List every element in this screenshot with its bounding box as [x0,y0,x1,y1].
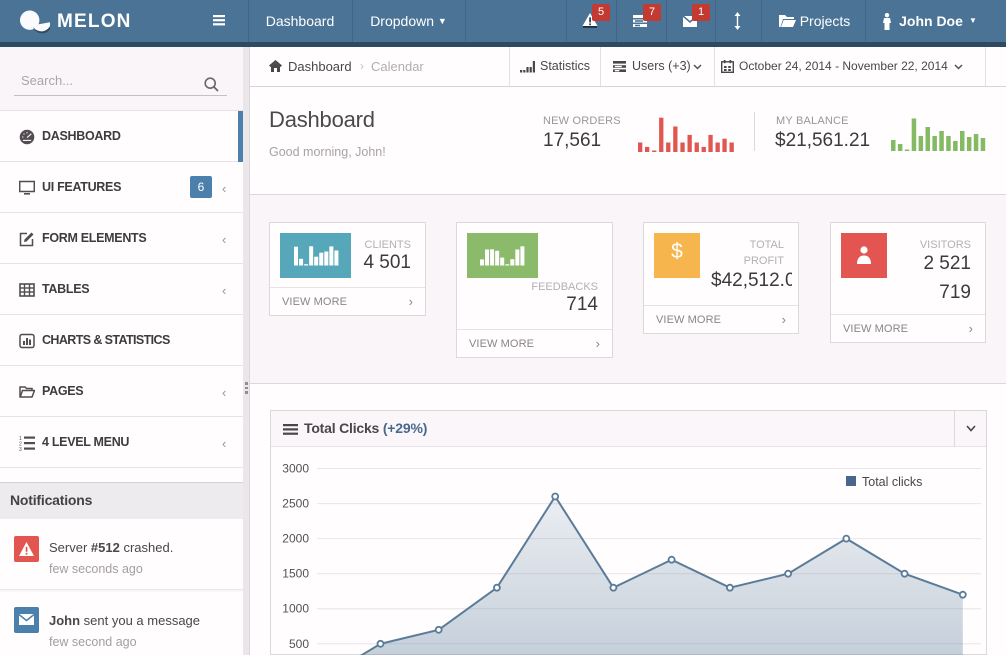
svg-text:3: 3 [19,447,22,451]
svg-text:1000: 1000 [282,602,309,616]
svg-text:3000: 3000 [282,462,309,476]
svg-text:500: 500 [289,637,309,651]
svg-text:2000: 2000 [282,532,309,546]
svg-text:2500: 2500 [282,497,309,511]
svg-text:1500: 1500 [282,567,309,581]
svg-text:Total clicks: Total clicks [862,475,922,489]
